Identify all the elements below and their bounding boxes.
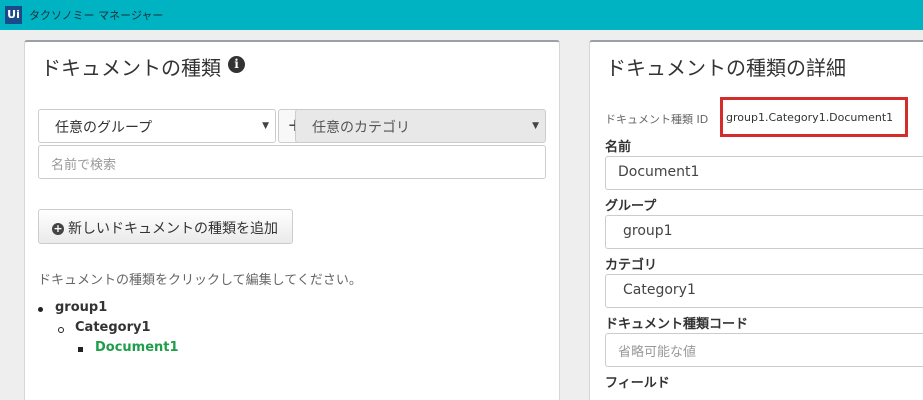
chevron-down-icon: ▼ — [532, 121, 539, 131]
name-field[interactable]: Document1 — [605, 156, 923, 190]
code-field[interactable]: 省略可能な値 — [605, 333, 923, 367]
group-label: グループ — [605, 199, 657, 214]
group-field-value: group1 — [623, 223, 673, 239]
title-bar: Ui タクソノミー マネージャー — [0, 0, 923, 30]
panel-title: ドキュメントの種類 — [41, 56, 221, 80]
chevron-down-icon: ▼ — [262, 121, 269, 131]
tree-group[interactable]: group1 — [55, 300, 107, 315]
search-input[interactable]: 名前で検索 — [38, 145, 546, 179]
name-label: 名前 — [605, 140, 632, 155]
category-field-value: Category1 — [623, 282, 696, 298]
bullet-icon — [38, 307, 43, 312]
fields-label: フィールド — [605, 376, 670, 391]
code-field-placeholder: 省略可能な値 — [618, 345, 697, 360]
hint-text: ドキュメントの種類をクリックして編集してください。 — [38, 273, 362, 288]
panel-title: ドキュメントの種類の詳細 — [606, 56, 846, 80]
add-button-label: 新しいドキュメントの種類を追加 — [68, 221, 278, 237]
category-label: カテゴリ — [605, 258, 658, 273]
group-select-value: 任意のグループ — [55, 120, 153, 136]
app-logo-icon: Ui — [5, 6, 22, 24]
name-field-value: Document1 — [618, 164, 700, 180]
category-field[interactable]: Category1 — [605, 274, 923, 308]
document-type-details-panel: ドキュメントの種類の詳細 ドキュメント種類 ID group1.Category… — [589, 40, 923, 400]
add-document-type-button[interactable]: + 新しいドキュメントの種類を追加 — [38, 209, 293, 244]
bullet-icon — [78, 347, 83, 352]
info-icon[interactable]: i — [228, 56, 245, 73]
plus-circle-icon: + — [52, 222, 64, 235]
tree-document[interactable]: Document1 — [95, 340, 179, 355]
document-types-panel: ドキュメントの種類 i 任意のグループ ▼ + 任意のカテゴリ ▼ 名前で検索 … — [24, 40, 560, 400]
bullet-icon — [58, 327, 64, 333]
code-label: ドキュメント種類コード — [605, 317, 749, 332]
category-select[interactable]: 任意のカテゴリ ▼ — [295, 109, 546, 143]
search-placeholder: 名前で検索 — [51, 158, 117, 173]
tree-category[interactable]: Category1 — [75, 320, 151, 335]
category-select-value: 任意のカテゴリ — [312, 120, 410, 136]
highlight-box — [720, 97, 908, 137]
app-title: タクソノミー マネージャー — [29, 9, 164, 22]
document-type-id-label: ドキュメント種類 ID — [605, 113, 709, 126]
group-field[interactable]: group1 — [605, 215, 923, 249]
group-select[interactable]: 任意のグループ ▼ — [38, 109, 276, 143]
